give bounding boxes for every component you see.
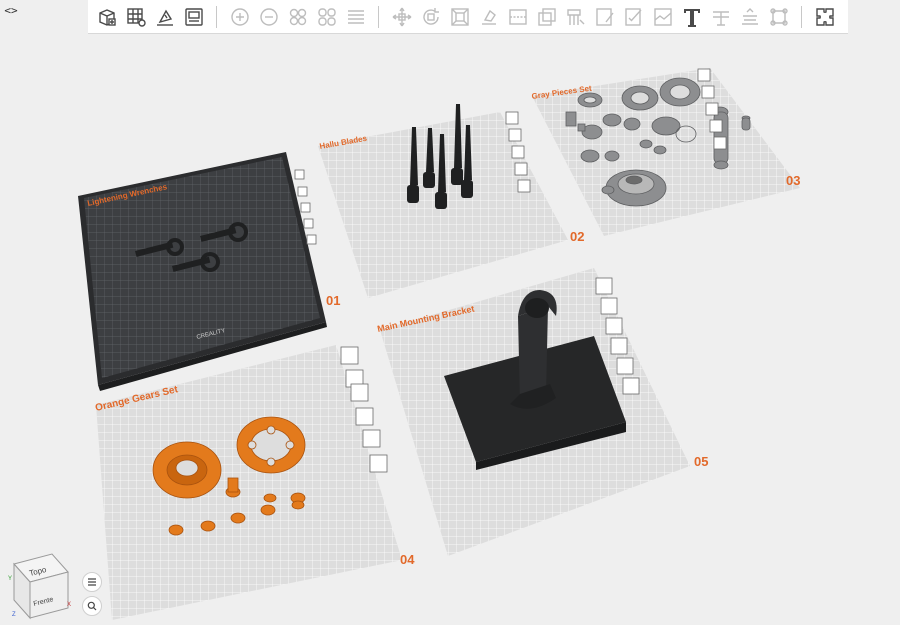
plate-03[interactable]: Gray Pieces Set 03 xyxy=(531,68,800,236)
plate-02[interactable]: Hallu Blades 02 xyxy=(318,104,584,298)
plate-05[interactable]: Main Mounting Bracket 05 xyxy=(376,268,708,556)
plate-number: 02 xyxy=(570,229,584,244)
menu-icon xyxy=(88,578,96,586)
axis-z-label: Z xyxy=(12,612,16,618)
axis-x-label: X xyxy=(67,602,71,608)
axis-y-label: Y xyxy=(8,576,12,582)
search-icon xyxy=(87,601,97,611)
menu-button[interactable] xyxy=(82,572,102,592)
3d-viewport[interactable]: Lightening Wrenches CREALITY 01 Hallu Bl… xyxy=(0,0,900,625)
plate-number: 01 xyxy=(326,293,340,308)
plate-number: 03 xyxy=(786,173,800,188)
plate-number: 04 xyxy=(400,552,415,567)
view-cube[interactable]: Topo Frente Y X Z xyxy=(6,550,78,622)
plate-04[interactable]: Orange Gears Set 04 xyxy=(94,345,415,620)
plate-number: 05 xyxy=(694,454,708,469)
zoom-fit-button[interactable] xyxy=(82,596,102,616)
